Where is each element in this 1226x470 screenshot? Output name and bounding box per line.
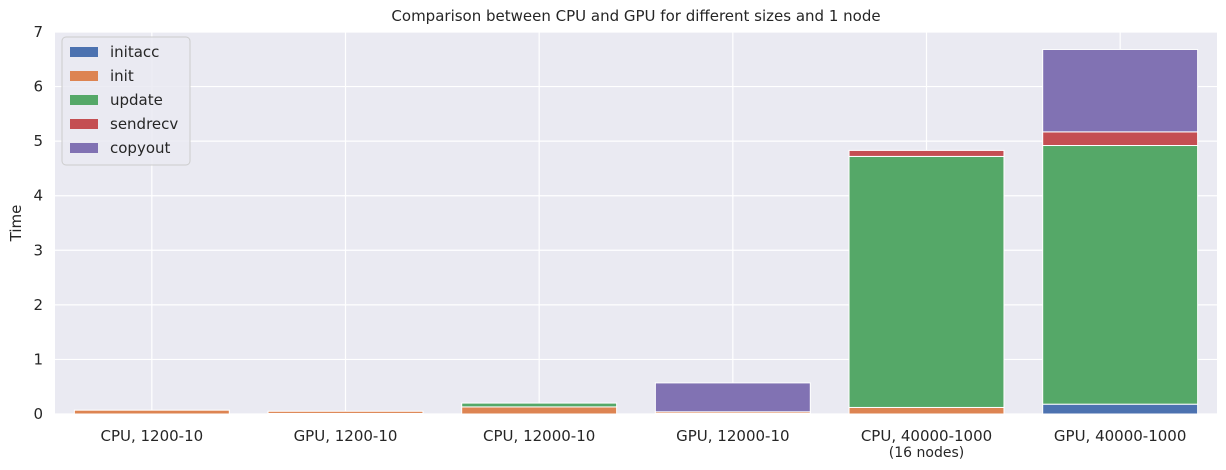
x-tick-label: CPU, 40000-1000 [861,427,992,445]
bar-update [461,402,618,408]
legend-label-sendrecv: sendrecv [110,115,178,133]
bar-init [73,409,230,415]
bar-sendrecv [848,149,1005,157]
bar-initacc [1042,403,1199,415]
bar-copyout [654,382,811,413]
y-tick-label: 4 [33,187,43,205]
bar-copyout [1042,48,1199,133]
x-tick-label: (16 nodes) [889,445,964,461]
legend-label-init: init [110,67,134,85]
y-tick-label: 7 [33,23,43,41]
legend: initacc init update sendrecv copyout [61,36,191,166]
y-tick-label: 5 [33,132,43,150]
x-tick-label: CPU, 12000-10 [483,427,595,445]
bar-sendrecv [1042,131,1199,147]
x-tick-label: GPU, 40000-1000 [1054,427,1187,445]
legend-swatch-sendrecv [70,119,98,129]
bar-init [267,410,424,414]
y-tick-label: 3 [33,241,43,259]
y-tick-label: 6 [33,78,43,96]
x-tick-label: GPU, 12000-10 [676,427,789,445]
legend-label-initacc: initacc [110,43,159,61]
bar-update [848,155,1005,408]
x-tick-label: GPU, 1200-10 [294,427,398,445]
y-axis-ticks: 0 1 2 3 4 5 6 7 [33,23,43,423]
chart-title: Comparison between CPU and GPU for diffe… [391,7,880,25]
x-axis-ticks: CPU, 1200-10 GPU, 1200-10 CPU, 12000-10 GPU… [100,427,1186,461]
legend-swatch-init [70,71,98,81]
bar-update [1042,145,1199,405]
y-axis-label: Time [7,205,25,243]
y-tick-label: 0 [33,405,43,423]
y-tick-label: 1 [33,350,43,368]
bar-init [848,406,1005,415]
y-tick-label: 2 [33,296,43,314]
legend-label-copyout: copyout [110,139,171,157]
x-tick-label: CPU, 1200-10 [100,427,203,445]
legend-label-update: update [110,91,163,109]
legend-swatch-initacc [70,47,98,57]
chart: 01234567 CPU, 1200-10 GPU, 1200-10 CPU, 12… [7,7,1217,461]
legend-swatch-update [70,95,98,105]
bar-init [461,406,618,415]
legend-swatch-copyout [70,143,98,153]
